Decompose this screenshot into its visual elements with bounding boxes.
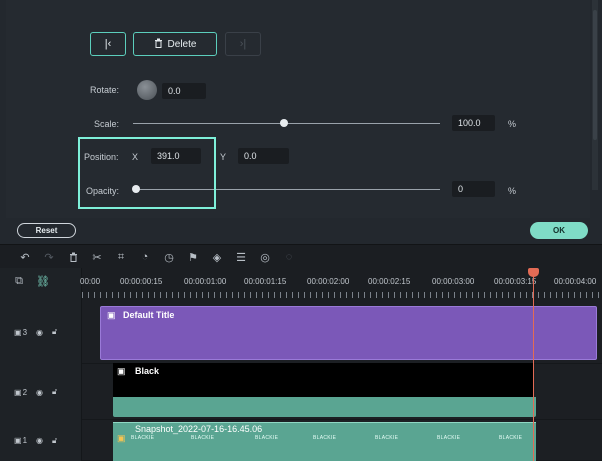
ruler-tick: 00:00	[80, 277, 101, 286]
eye-icon[interactable]: ◉	[36, 388, 43, 397]
properties-scrollbar[interactable]	[592, 0, 598, 190]
playhead-line[interactable]	[533, 276, 534, 461]
scale-field[interactable]: 100.0	[452, 115, 495, 131]
properties-panel: |‹ Delete ›| Rotate: 0.0 Scale: 100.0 % …	[0, 0, 602, 244]
playhead-handle[interactable]	[528, 268, 539, 277]
thumbnail-text: BLACKIE	[499, 435, 523, 441]
thumbnail-text: BLACKIE	[313, 435, 337, 441]
position-highlight-box	[78, 137, 216, 209]
adjust-icon[interactable]: ☰	[234, 250, 248, 264]
ruler-tick: 00:00:01:00	[184, 277, 227, 286]
mark-icon[interactable]: ⚑	[186, 250, 200, 264]
delete-label: Delete	[167, 38, 197, 50]
clip-black[interactable]: ▣ Black	[113, 363, 534, 397]
ruler-tick: 00:00:02:00	[307, 277, 350, 286]
track-2-controls: ▣ 2 ◉ 🔓︎	[0, 364, 82, 420]
position-y-field[interactable]: 0.0	[238, 148, 289, 164]
clip-label: Black	[135, 366, 160, 376]
next-keyframe-button[interactable]: ›|	[225, 32, 261, 56]
ruler-tick: 00:00:03:00	[432, 277, 475, 286]
step-forward-icon: ›|	[239, 38, 247, 50]
rotate-field[interactable]: 0.0	[162, 83, 206, 99]
speed-icon[interactable]: ◷	[162, 250, 176, 264]
ok-button[interactable]: OK	[530, 222, 588, 239]
rotate-label: Rotate:	[90, 85, 120, 95]
ruler-tick: 00:00:04:00	[554, 277, 597, 286]
thumbnail-text: BLACKIE	[191, 435, 215, 441]
thumbnail-text: BLACKIE	[375, 435, 399, 441]
trash-icon	[154, 38, 163, 51]
track-type-icon: ▣	[14, 327, 22, 337]
undo-icon[interactable]: ↶	[18, 250, 32, 264]
cut-icon[interactable]: ✂	[90, 250, 104, 264]
title-clip-icon: ▣	[107, 310, 116, 320]
eye-icon[interactable]: ◉	[36, 328, 43, 337]
track-type-icon: ▣	[14, 436, 22, 445]
link-icon[interactable]: ⛓	[36, 274, 50, 288]
clip-snapshot[interactable]: ▣ Snapshot_2022-07-16-16.45.06 BLACKIE B…	[113, 422, 536, 461]
thumbnail-text: BLACKIE	[437, 435, 461, 441]
clip-label: Snapshot_2022-07-16-16.45.06	[135, 424, 263, 434]
ruler-tick-marks	[82, 292, 602, 298]
crop-icon[interactable]: ⌗	[114, 250, 128, 264]
step-back-icon: |‹	[104, 38, 112, 50]
delete-button[interactable]: Delete	[133, 32, 217, 56]
ruler-tick: 00:00:00:15	[120, 277, 163, 286]
lock-icon[interactable]: 🔓︎	[52, 436, 57, 446]
reset-button[interactable]: Reset	[17, 223, 76, 238]
track-type-icon: ▣	[14, 387, 22, 397]
track-number: 1	[22, 436, 28, 445]
eye-icon[interactable]: ◉	[36, 436, 43, 445]
track-number: 3	[22, 327, 28, 337]
scale-label: Scale:	[94, 119, 120, 129]
scrollbar-thumb[interactable]	[593, 10, 597, 140]
clip-black-bar[interactable]	[113, 397, 536, 417]
motion-icon[interactable]: ◎	[258, 250, 272, 264]
opacity-unit: %	[508, 186, 517, 196]
rotate-dial[interactable]	[137, 80, 157, 100]
editor-window: |‹ Delete ›| Rotate: 0.0 Scale: 100.0 % …	[0, 0, 602, 461]
color-icon[interactable]: ◔	[138, 250, 152, 264]
scale-slider-knob[interactable]	[280, 119, 288, 127]
clip-default-title[interactable]: ▣ Default Title	[100, 306, 597, 360]
lock-icon[interactable]: 🔓︎	[52, 387, 57, 397]
scale-unit: %	[508, 119, 517, 129]
clip-label: Default Title	[123, 310, 175, 320]
track-number: 2	[22, 387, 28, 397]
photo-clip-icon: ▣	[117, 433, 126, 443]
ruler-tick: 00:00:02:15	[368, 277, 411, 286]
timeline-toolbar: ↶ ↷ ✂ ⌗ ◔ ◷ ⚑ ◈ ☰ ◎ ◌	[0, 244, 602, 268]
add-track-icon[interactable]: ⧉	[12, 274, 26, 288]
ruler-tick: 00:00:03:15	[494, 277, 537, 286]
thumbnail-text: BLACKIE	[255, 435, 279, 441]
lock-icon[interactable]: 🔓︎	[52, 327, 57, 337]
thumbnail-text: BLACKIE	[131, 435, 155, 441]
opacity-field[interactable]: 0	[452, 181, 495, 197]
ruler-tick: 00:00:01:15	[244, 277, 287, 286]
previous-keyframe-button[interactable]: |‹	[90, 32, 126, 56]
render-icon[interactable]: ◌	[282, 250, 296, 264]
track-1-controls: ▣ 1 ◉ 🔓︎	[0, 420, 82, 461]
redo-icon[interactable]: ↷	[42, 250, 56, 264]
track-3-controls: ▣ 3 ◉ 🔓︎	[0, 300, 82, 364]
timeline-ruler[interactable]: 00:00 00:00:00:15 00:00:01:00 00:00:01:1…	[80, 268, 602, 300]
image-clip-icon: ▣	[117, 366, 126, 376]
position-y-label: Y	[220, 152, 227, 162]
keyframe-icon[interactable]: ◈	[210, 250, 224, 264]
delete-icon[interactable]	[66, 250, 80, 264]
